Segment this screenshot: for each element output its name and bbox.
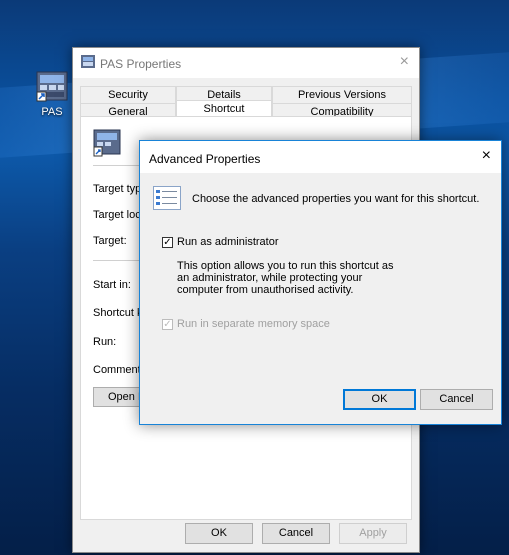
cancel-button[interactable]: Cancel <box>262 523 330 544</box>
shortcut-large-icon <box>93 129 121 160</box>
run-as-admin-label: Run as administrator <box>177 236 279 248</box>
ok-button[interactable]: OK <box>185 523 253 544</box>
desktop-shortcut-pas[interactable]: PAS <box>30 70 74 118</box>
advanced-ok-button[interactable]: OK <box>343 389 416 410</box>
close-icon[interactable]: × <box>482 147 491 165</box>
separate-memory-checkbox: ✓ <box>162 318 173 330</box>
field-start-in: Start in: <box>93 279 131 291</box>
advanced-title-bar[interactable]: Advanced Properties × <box>140 141 501 173</box>
run-as-admin-checkbox[interactable]: ✓ <box>162 236 173 248</box>
tab-security[interactable]: Security <box>80 86 176 103</box>
advanced-title: Advanced Properties <box>149 152 261 166</box>
properties-title: PAS Properties <box>100 57 182 71</box>
apply-button[interactable]: Apply <box>339 523 407 544</box>
run-as-admin-note: This option allows you to run this short… <box>177 260 394 296</box>
run-as-admin-option[interactable]: ✓ Run as administrator <box>162 236 279 248</box>
close-icon[interactable]: × <box>400 53 409 71</box>
properties-title-bar[interactable]: PAS Properties × <box>73 48 419 78</box>
pas-title-icon <box>81 55 95 72</box>
separate-memory-label: Run in separate memory space <box>177 318 330 330</box>
field-comment: Comment: <box>93 364 144 376</box>
field-target: Target: <box>93 235 127 247</box>
separate-memory-option: ✓ Run in separate memory space <box>162 318 330 330</box>
advanced-properties-dialog: Advanced Properties × Choose the advance… <box>139 140 502 425</box>
advanced-description: Choose the advanced properties you want … <box>192 193 480 205</box>
desktop-icon-label: PAS <box>41 106 63 118</box>
tab-previous-versions[interactable]: Previous Versions <box>272 86 412 103</box>
checklist-icon <box>153 186 181 213</box>
advanced-cancel-button[interactable]: Cancel <box>420 389 493 410</box>
pas-app-icon <box>35 70 69 104</box>
field-run: Run: <box>93 336 117 348</box>
